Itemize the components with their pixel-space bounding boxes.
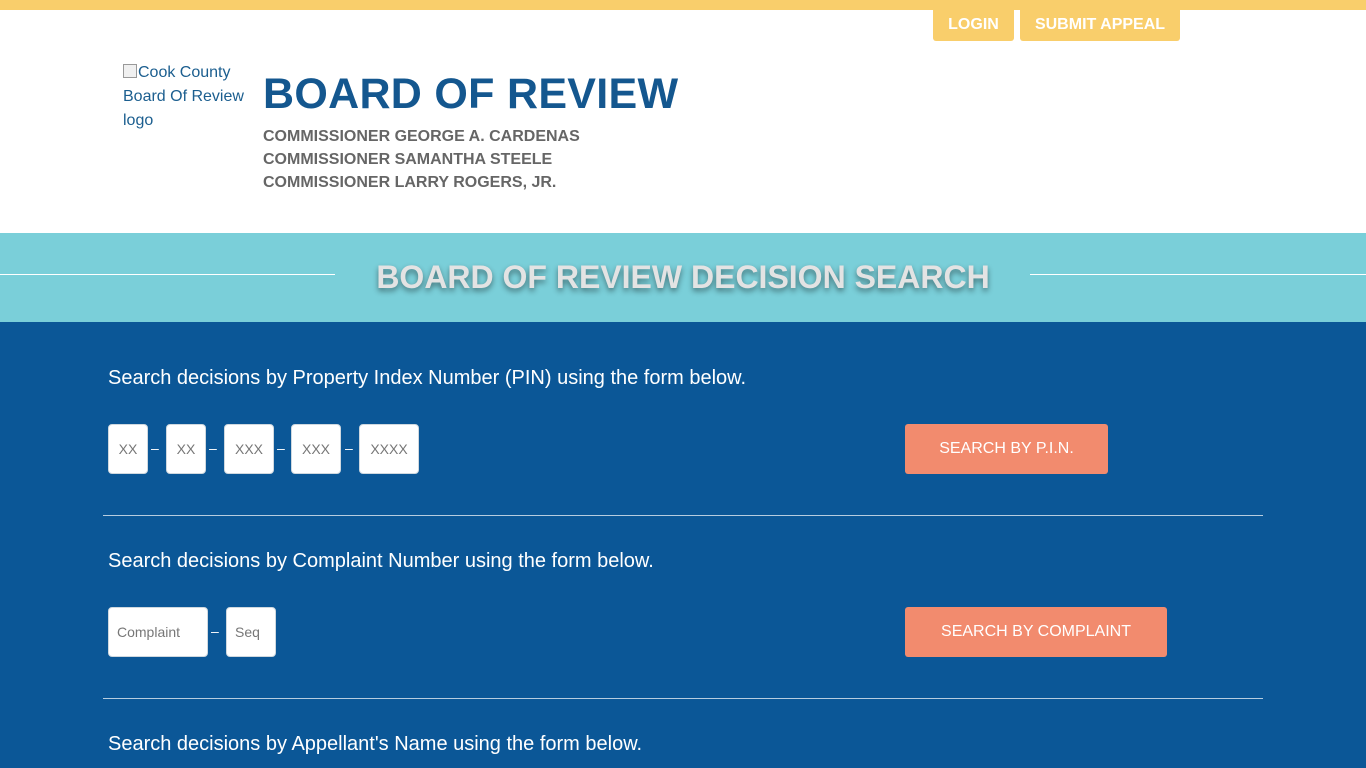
commissioner-name: COMMISSIONER SAMANTHA STEELE [263,151,553,168]
pin-input-5[interactable] [364,441,414,457]
complaint-search-intro: Search decisions by Complaint Number usi… [108,550,654,572]
login-button[interactable]: LOGIN [933,8,1014,41]
section-divider [103,515,1263,516]
page-title: BOARD OF REVIEW [263,70,679,118]
logo-image[interactable]: Cook County Board Of Review logo [123,61,248,133]
pin-input-1[interactable] [113,441,143,457]
complaint-input[interactable] [117,624,199,640]
pin-field-2[interactable] [166,424,206,474]
search-by-pin-button[interactable]: SEARCH BY P.I.N. [905,424,1108,474]
pin-separator: – [209,440,217,456]
search-panel: Search decisions by Property Index Numbe… [0,322,1366,768]
pin-field-4[interactable] [291,424,341,474]
pin-field-1[interactable] [108,424,148,474]
name-search-intro: Search decisions by Appellant's Name usi… [108,733,643,755]
complaint-separator: – [211,623,219,639]
commissioner-list: COMMISSIONER GEORGE A. CARDENAS COMMISSI… [263,125,580,194]
commissioner-name: COMMISSIONER LARRY ROGERS, JR. [263,174,557,191]
pin-search-intro: Search decisions by Property Index Numbe… [108,367,747,389]
section-banner: BOARD OF REVIEW DECISION SEARCH [0,233,1366,322]
section-divider [103,698,1263,699]
pin-field-3[interactable] [224,424,274,474]
submit-appeal-button[interactable]: SUBMIT APPEAL [1020,8,1180,41]
logo-alt-text: Cook County Board Of Review logo [123,64,244,129]
pin-input-2[interactable] [171,441,201,457]
commissioner-name: COMMISSIONER GEORGE A. CARDENAS [263,128,580,145]
seq-input[interactable] [235,624,267,640]
search-by-complaint-button[interactable]: SEARCH BY COMPLAINT [905,607,1167,657]
pin-field-5[interactable] [359,424,419,474]
complaint-field[interactable] [108,607,208,657]
pin-input-3[interactable] [229,441,269,457]
seq-field[interactable] [226,607,276,657]
pin-separator: – [277,440,285,456]
pin-input-4[interactable] [296,441,336,457]
pin-separator: – [151,440,159,456]
pin-separator: – [345,440,353,456]
banner-title: BOARD OF REVIEW DECISION SEARCH [376,259,990,295]
broken-image-icon [123,64,137,78]
